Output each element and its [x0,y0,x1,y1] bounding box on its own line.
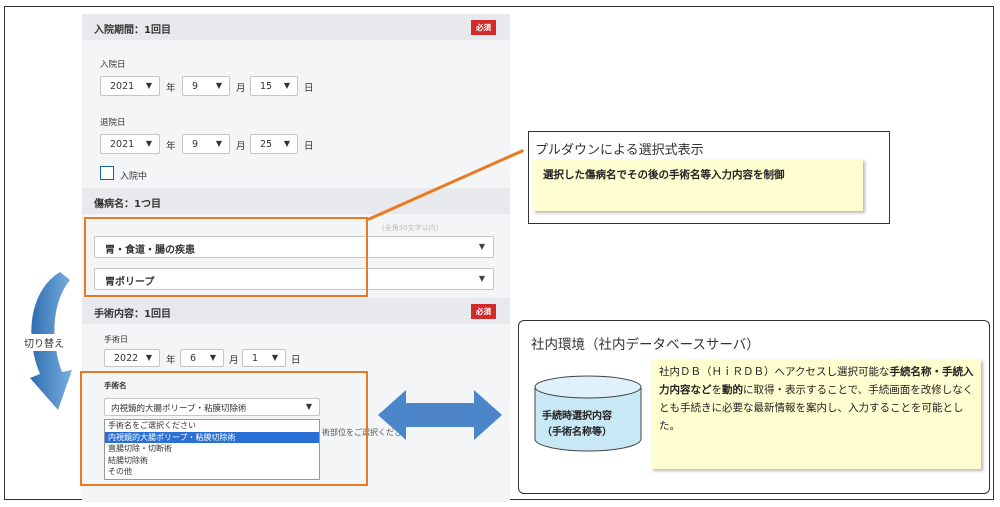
desc-bold-2: 動的 [722,384,743,396]
required-badge: 必須 [471,304,496,319]
surgery-day-select[interactable]: 1 ▼ [242,349,286,367]
surgery-date-label: 手術日 [104,335,128,344]
disease-section-header: 傷病名：1つ目 [82,188,510,214]
admit-day-select[interactable]: 15 ▼ [250,76,298,96]
month-unit: 月 [236,83,246,94]
day-unit: 日 [291,355,301,366]
year-unit: 年 [166,83,176,94]
pulldown-callout: プルダウンによる選択式表示 選択した傷病名でその後の手術名等入力内容を制御 [528,131,890,224]
admit-day-value: 15 [260,81,273,92]
admit-date-label: 入院日 [100,60,126,70]
surgery-section-title: 手術内容：1回目 [94,309,171,320]
inpatient-label: 入院中 [120,172,148,182]
disease-section-title: 傷病名：1つ目 [94,199,161,210]
required-badge: 必須 [471,20,496,35]
discharge-month-value: 9 [192,139,199,150]
desc-text-1: 社内ＤＢ（ＨｉＲＤＢ）へアクセスし選択可能な [659,366,890,378]
surgery-year-select[interactable]: 2022 ▼ [104,349,160,367]
switch-label: 切り替え [22,334,66,351]
surgery-month-value: 6 [190,353,197,364]
pulldown-callout-title: プルダウンによる選択式表示 [535,143,704,158]
admission-section-title: 入院期間：1回目 [94,25,171,36]
database-label-line1: 手続時選択内容 [542,411,612,422]
discharge-month-select[interactable]: 9 ▼ [182,134,230,154]
day-unit: 日 [304,83,314,94]
chevron-down-icon: ▼ [145,353,152,362]
surgery-month-select[interactable]: 6 ▼ [180,349,224,367]
database-label-line2: （手術名称等） [542,427,612,438]
desc-text-2: を [711,384,723,396]
admission-section-header: 入院期間：1回目 必須 [82,14,510,40]
day-unit: 日 [304,141,314,152]
discharge-year-value: 2021 [110,139,135,150]
chevron-down-icon: ▼ [478,242,485,251]
chevron-down-icon: ▼ [145,139,152,148]
chevron-down-icon: ▼ [215,139,222,148]
pulldown-note-text: 選択した傷病名でその後の手術名等入力内容を制御 [543,169,785,181]
chevron-down-icon: ▼ [271,353,278,362]
environment-description: 社内ＤＢ（ＨｉＲＤＢ）へアクセスし選択可能な手続名称・手続入力内容などを動的に取… [659,363,979,435]
month-unit: 月 [229,355,239,366]
discharge-day-select[interactable]: 25 ▼ [250,134,298,154]
year-unit: 年 [166,141,176,152]
discharge-date-label: 退院日 [100,118,126,128]
surgery-year-value: 2022 [114,353,139,364]
chevron-down-icon: ▼ [283,81,290,90]
admit-year-select[interactable]: 2021 ▼ [100,76,160,96]
surgery-section-header: 手術内容：1回目 必須 [82,298,510,324]
month-unit: 月 [236,141,246,152]
year-unit: 年 [166,355,176,366]
chevron-down-icon: ▼ [478,274,485,283]
inpatient-checkbox[interactable] [100,166,114,180]
surgery-day-value: 1 [252,353,259,364]
chevron-down-icon: ▼ [209,353,216,362]
environment-callout: 社内環境（社内データベースサーバ） 手続時選択内容 （手術名称等） 社内ＤＢ（Ｈ… [518,320,990,494]
disease-hint: (全角50文字以内) [382,224,439,232]
admit-month-value: 9 [192,81,199,92]
chevron-down-icon: ▼ [215,81,222,90]
discharge-day-value: 25 [260,139,273,150]
discharge-year-select[interactable]: 2021 ▼ [100,134,160,154]
double-arrow-icon [378,390,502,440]
chevron-down-icon: ▼ [145,81,152,90]
surgery-highlight-box [80,371,368,486]
environment-callout-title: 社内環境（社内データベースサーバ） [531,337,760,353]
pulldown-note: 選択した傷病名でその後の手術名等入力内容を制御 [533,159,863,211]
admit-month-select[interactable]: 9 ▼ [182,76,230,96]
chevron-down-icon: ▼ [283,139,290,148]
disease-highlight-box [84,217,368,297]
admit-year-value: 2021 [110,81,135,92]
